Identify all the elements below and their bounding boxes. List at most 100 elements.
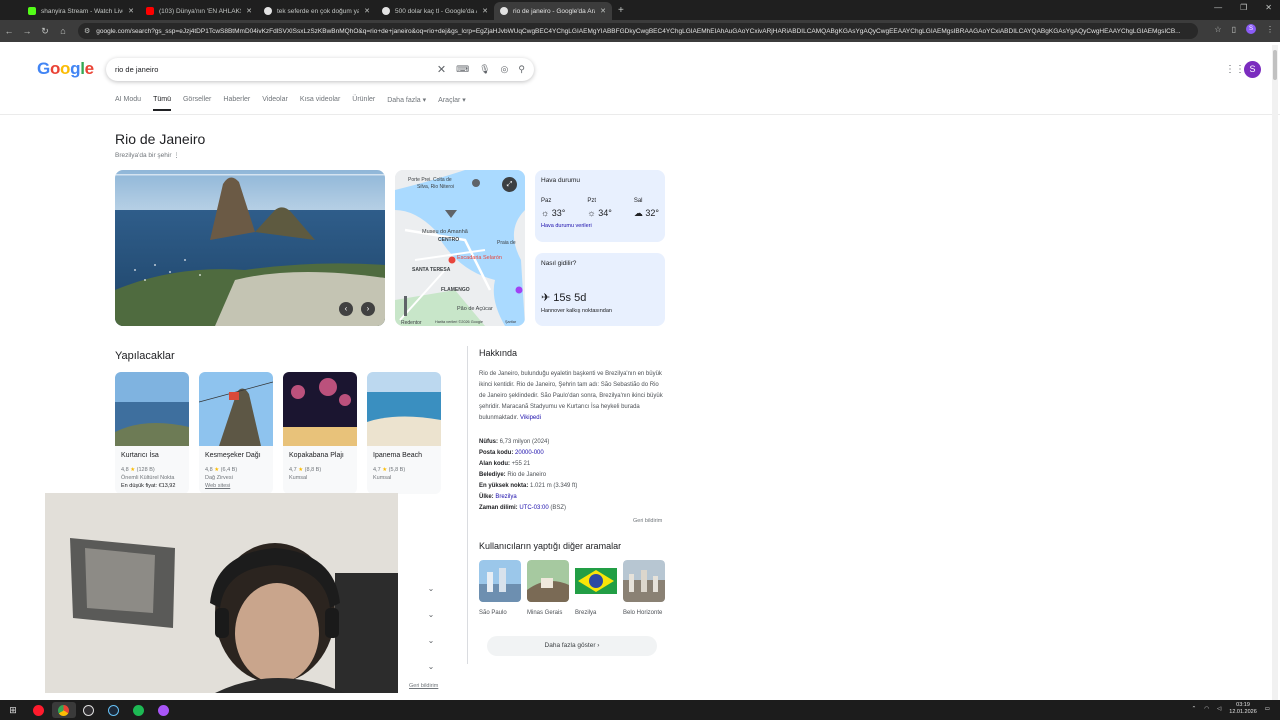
chevron-down-icon[interactable]: ⌄	[424, 634, 438, 648]
network-icon[interactable]: ◠	[1204, 706, 1209, 712]
back-icon[interactable]: ←	[0, 26, 18, 36]
fact-row: En yüksek nokta: 1.021 m (3.349 ft)	[479, 481, 577, 492]
forward-icon[interactable]: →	[18, 26, 36, 36]
fact-value: Rio de Janeiro	[507, 472, 547, 478]
maximize-icon[interactable]: ❐	[1240, 3, 1247, 12]
also-searched-item[interactable]: Belo Horizonte	[623, 560, 665, 616]
home-icon[interactable]: ⌂	[54, 26, 72, 36]
attraction-card[interactable]: Kesmeşeker Dağı 4,8 ★ (6,4 B) Dağ Zirves…	[199, 372, 273, 494]
menu-dots-icon[interactable]: ⋮	[1266, 25, 1274, 34]
also-searched-item[interactable]: Minas Gerais	[527, 560, 569, 616]
site-info-icon[interactable]: ⚙	[84, 27, 90, 35]
weather-source-link[interactable]: Hava durumu verileri	[541, 223, 659, 229]
browser-tab-google-1[interactable]: tek seferde en çok doğum yapa ✕	[258, 2, 376, 20]
microphone-icon[interactable]: 🎙	[479, 64, 490, 75]
attraction-card[interactable]: Ipanema Beach 4,7 ★ (5,8 B) Kumsal	[367, 372, 441, 494]
chevron-down-icon[interactable]: ⌄	[424, 582, 438, 596]
taskbar-app-steam[interactable]	[102, 702, 126, 718]
search-icon[interactable]: ⚲	[518, 64, 525, 75]
tab-all[interactable]: Tümü	[153, 96, 171, 111]
feedback-link-left[interactable]: Geri bildirim	[409, 683, 438, 689]
attraction-card[interactable]: Kopakabana Plajı 4,7 ★ (8,8 B) Kumsal	[283, 372, 357, 494]
website-link[interactable]: Web sitesi	[205, 483, 267, 489]
faq-chevrons: ⌄ ⌄ ⌄ ⌄	[424, 582, 438, 686]
tab-news[interactable]: Haberler	[223, 96, 250, 111]
lens-camera-icon[interactable]: ◎	[501, 64, 509, 75]
extensions-icon[interactable]: ▯	[1232, 25, 1236, 34]
also-searched-item[interactable]: Brezilya	[575, 560, 617, 616]
scrollbar-thumb[interactable]	[1273, 50, 1277, 80]
url-field[interactable]: ⚙ google.com/search?gs_ssp=eJzj4tDP1TcwS…	[78, 23, 1198, 39]
travel-title: Nasıl gidilir?	[541, 260, 577, 267]
chevron-down-icon[interactable]: ⌄	[424, 660, 438, 674]
profile-icon[interactable]: S	[1246, 24, 1256, 34]
search-input[interactable]: rio de janeiro	[115, 65, 437, 74]
tab-videos[interactable]: Videolar	[262, 96, 288, 111]
city-photo[interactable]: ‹ ›	[115, 170, 385, 326]
taskbar-app-obs[interactable]	[77, 702, 101, 718]
tray-overflow-icon[interactable]: ⌃	[1192, 706, 1197, 712]
city-map[interactable]: Porte Prei. Colta de Silva, Rio Niteroi …	[395, 170, 525, 326]
new-tab-icon[interactable]: +	[618, 5, 624, 16]
close-tab-icon[interactable]: ✕	[600, 7, 606, 15]
browser-tab-youtube[interactable]: (103) Dünya'nın 'EN AHLAKSIZ' ✕	[140, 2, 258, 20]
taskbar-app-chrome[interactable]	[51, 702, 76, 718]
notification-icon[interactable]: ▭	[1265, 706, 1270, 712]
expand-map-icon[interactable]: ⤢	[502, 177, 517, 192]
tab-label: tek seferde en çok doğum yapa	[277, 7, 360, 15]
item-label: São Paulo	[479, 610, 507, 616]
travel-card[interactable]: Nasıl gidilir? ✈ 15s 5d Hannover kalkış …	[535, 253, 665, 326]
tab-ai-mode[interactable]: AI Modu	[115, 96, 141, 111]
close-tab-icon[interactable]: ✕	[482, 7, 488, 15]
taskbar-app-spotify[interactable]	[127, 702, 151, 718]
feedback-link-right[interactable]: Geri bildirim	[633, 518, 662, 524]
taskbar-app-messenger[interactable]	[152, 702, 176, 718]
minimize-icon[interactable]: —	[1214, 3, 1222, 12]
wikipedia-link[interactable]: Vikipedi	[520, 415, 541, 421]
search-box[interactable]: rio de janeiro ✕ ⌨ 🎙 ◎ ⚲	[106, 58, 534, 81]
keyboard-icon[interactable]: ⌨	[456, 64, 469, 75]
show-more-button[interactable]: Daha fazla göster ›	[487, 636, 657, 656]
more-options-icon[interactable]: ⋮	[173, 152, 180, 159]
weather-card[interactable]: Hava durumu Paz ☼ 33° Pzt ☼ 34° Sal ☁ 32…	[535, 170, 665, 242]
reload-icon[interactable]: ↻	[36, 26, 54, 37]
map-label-escadaria: Escadaria Selarón	[457, 255, 502, 261]
close-window-icon[interactable]: ✕	[1265, 3, 1272, 12]
carousel-next-icon[interactable]: ›	[361, 302, 375, 316]
toolbar-right: ☆ ▯ S ⋮	[1214, 24, 1274, 34]
fact-value[interactable]: Brezilya	[495, 494, 516, 500]
page-scrollbar[interactable]	[1272, 45, 1278, 700]
also-searched-title: Kullanıcıların yaptığı diğer aramalar	[479, 541, 622, 551]
fact-row: Ülke: Brezilya	[479, 492, 577, 503]
fact-label: Alan kodu:	[479, 461, 510, 467]
taskbar-app-opera[interactable]	[27, 702, 51, 718]
fact-value[interactable]: 20000-000	[515, 450, 544, 456]
tab-tools[interactable]: Araçlar ▾	[438, 96, 466, 111]
browser-tab-google-2[interactable]: 500 dolar kaç tl - Google'da Ara ✕	[376, 2, 494, 20]
windows-start-icon[interactable]: ⊞	[0, 705, 26, 716]
also-searched-item[interactable]: São Paulo	[479, 560, 521, 616]
clear-icon[interactable]: ✕	[437, 63, 446, 76]
close-tab-icon[interactable]: ✕	[364, 7, 370, 15]
day-temp: ☼ 33°	[541, 208, 565, 218]
close-tab-icon[interactable]: ✕	[246, 7, 252, 15]
steam-icon	[108, 704, 119, 716]
attraction-name: Kopakabana Plajı	[289, 452, 344, 459]
carousel-prev-icon[interactable]: ‹	[339, 302, 353, 316]
tab-more[interactable]: Daha fazla ▾	[387, 96, 426, 111]
attraction-rating: 4,7 ★ (8,8 B)	[289, 467, 351, 473]
browser-tab-kick[interactable]: shanyira Stream - Watch Live o ✕	[22, 2, 140, 20]
tab-images[interactable]: Görseller	[183, 96, 211, 111]
volume-icon[interactable]: ◁	[1217, 706, 1221, 712]
tab-products[interactable]: Ürünler	[352, 96, 375, 111]
bookmark-star-icon[interactable]: ☆	[1214, 25, 1221, 34]
close-tab-icon[interactable]: ✕	[128, 7, 134, 15]
attraction-card[interactable]: Kurtarıcı İsa 4,8 ★ (128 B) Önemli Kültü…	[115, 372, 189, 494]
fact-value[interactable]: UTC-03:00	[519, 505, 548, 511]
tab-short-videos[interactable]: Kısa videolar	[300, 96, 340, 111]
taskbar-clock[interactable]: 03:19 12.01.2026	[1229, 702, 1257, 716]
browser-tab-active[interactable]: rio de janeiro - Google'da Ara ✕	[494, 2, 612, 20]
google-logo[interactable]: Google	[37, 59, 94, 79]
chevron-down-icon[interactable]: ⌄	[424, 608, 438, 622]
avatar[interactable]: S	[1244, 61, 1261, 78]
